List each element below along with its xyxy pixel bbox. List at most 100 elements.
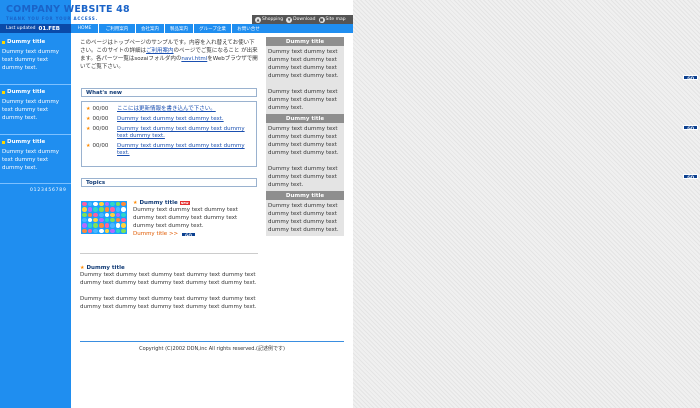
nav-contact[interactable]: お問い合せ xyxy=(232,24,265,33)
right-box-text: Dummy text dummy text dummy text dummy t… xyxy=(266,46,344,114)
download-label: Download xyxy=(293,17,316,22)
news-link[interactable]: ここには更新情報を書き込んで下さい。 xyxy=(117,106,252,113)
sidebar-box: Dummy title Dummy text dummy text dummy … xyxy=(0,89,71,122)
right-box-paragraph: Dummy text dummy text dummy text dummy t… xyxy=(268,89,338,111)
footer-copyright: Copyright (C)2002 DDN,inc All rights res… xyxy=(139,346,285,352)
topic-more: Dummy title >> GO xyxy=(133,231,196,238)
list-item: ★ 00/00 Dummy text dummy text dummy text. xyxy=(86,116,252,123)
pattern-dot xyxy=(98,212,104,217)
shopping-label: Shopping xyxy=(262,17,284,22)
go-button[interactable]: GO xyxy=(181,231,196,238)
pattern-dot xyxy=(115,207,121,212)
last-updated: Last updated 01.FEB xyxy=(0,24,71,33)
sidebar-divider xyxy=(0,134,71,135)
thumbnail-pattern xyxy=(82,202,126,233)
pattern-dot xyxy=(110,228,115,233)
pattern-dot xyxy=(104,212,110,217)
pattern-dot xyxy=(121,212,126,217)
right-column: Dummy title Dummy text dummy text dummy … xyxy=(266,37,344,236)
topic-text: Dummy text dummy text dummy text dummy t… xyxy=(133,207,238,229)
pattern-dot xyxy=(110,218,115,223)
pattern-dot xyxy=(98,202,104,207)
pattern-dot xyxy=(115,218,121,223)
counter-numbers: 0123456789 xyxy=(30,188,67,193)
topic-item: ★ Dummy title Dummy text dummy text dumm… xyxy=(80,265,258,311)
star-icon: ★ xyxy=(86,126,91,132)
last-updated-date: 01.FEB xyxy=(38,25,60,32)
right-box-paragraph: Dummy text dummy text dummy text dummy t… xyxy=(268,126,339,156)
sidebar-box-title: Dummy title xyxy=(0,39,71,45)
pattern-dot xyxy=(98,228,104,233)
topic-item: ★ Dummy title NEW Dummy text dummy text … xyxy=(133,200,257,238)
nav-home[interactable]: HOME xyxy=(71,24,99,33)
pattern-dot xyxy=(93,223,98,228)
go-button[interactable]: GO xyxy=(683,75,698,81)
pattern-dot xyxy=(98,207,104,212)
go-button[interactable]: GO xyxy=(683,125,698,131)
pattern-dot xyxy=(115,223,121,228)
right-box-paragraph: Dummy text dummy text dummy text dummy t… xyxy=(268,49,339,79)
sidebar-box: Dummy title Dummy text dummy text dummy … xyxy=(0,39,71,72)
sidebar-box-title-text: Dummy title xyxy=(7,139,46,145)
pattern-dot xyxy=(104,228,110,233)
pattern-dot xyxy=(115,228,121,233)
sidebar-box-title: Dummy title xyxy=(0,89,71,95)
pattern-dot xyxy=(82,202,87,207)
pattern-dot xyxy=(104,202,110,207)
pattern-dot xyxy=(87,228,93,233)
pattern-dot xyxy=(121,202,126,207)
topics-heading: Topics xyxy=(81,178,258,188)
pattern-dot xyxy=(87,207,93,212)
pattern-dot xyxy=(115,202,121,207)
star-icon: ★ xyxy=(86,116,91,122)
bullet-icon xyxy=(2,40,5,44)
last-updated-label: Last updated xyxy=(6,26,36,31)
sidebar-box-title-text: Dummy title xyxy=(7,89,46,95)
news-link[interactable]: Dummy text dummy text dummy text dummy t… xyxy=(117,143,252,157)
right-box-text: Dummy text dummy text dummy text dummy t… xyxy=(266,200,344,236)
nav-guide[interactable]: ご利用案内 xyxy=(99,24,136,33)
star-icon: ★ xyxy=(86,106,91,112)
navi-link[interactable]: navi.html xyxy=(181,56,207,62)
news-date: ★ 00/00 xyxy=(86,143,117,150)
sitemap-link[interactable]: ■ Site map xyxy=(318,16,346,23)
nav-products[interactable]: 製品案内 xyxy=(165,24,194,33)
news-date-text: 00/00 xyxy=(92,116,109,122)
bullet-icon xyxy=(2,140,5,144)
bullet-icon xyxy=(2,90,5,94)
download-link[interactable]: ▼ Download xyxy=(286,16,316,23)
right-box-paragraph: Dummy text dummy text dummy text dummy t… xyxy=(268,166,338,188)
list-item: ★ 00/00 Dummy text dummy text dummy text … xyxy=(86,126,252,140)
logo-title: COMPANY WEBSITE 48 xyxy=(6,4,130,15)
right-box-title: Dummy title xyxy=(266,37,344,46)
utility-bar: ▲ Shopping ▼ Download ■ Site map xyxy=(252,15,353,24)
shopping-link[interactable]: ▲ Shopping xyxy=(255,16,284,23)
star-icon: ★ xyxy=(86,143,91,149)
logo-subtitle: THANK YOU FOR YOUR ACCESS. xyxy=(6,16,98,21)
right-box-text: Dummy text dummy text dummy text dummy t… xyxy=(266,123,344,191)
pattern-dot xyxy=(104,223,110,228)
news-date: ★ 00/00 xyxy=(86,106,117,113)
whats-new-list: ★ 00/00 ここには更新情報を書き込んで下さい。 ★ 00/00 Dummy t… xyxy=(81,101,257,167)
go-button[interactable]: GO xyxy=(683,174,698,180)
right-box-paragraph: Dummy text dummy text dummy text dummy t… xyxy=(268,203,339,233)
topic-more-link[interactable]: Dummy title >> xyxy=(133,231,178,237)
pattern-dot xyxy=(87,223,93,228)
topic-thumbnail[interactable] xyxy=(81,201,127,234)
pattern-dot xyxy=(87,212,93,217)
intro-text: このページはトップページのサンプルです。内容を入れ替えてお使い下さい。このサイト… xyxy=(80,39,258,71)
pattern-dot xyxy=(82,228,87,233)
sidebar-box-text: Dummy text dummy text dummy text dummy t… xyxy=(2,49,59,71)
nav-group[interactable]: グループ企業 xyxy=(194,24,232,33)
nav-company[interactable]: 会社案内 xyxy=(136,24,165,33)
pattern-dot xyxy=(98,218,104,223)
pattern-dot xyxy=(93,207,98,212)
news-date-text: 00/00 xyxy=(92,106,109,112)
pattern-dot xyxy=(87,218,93,223)
pattern-dot xyxy=(104,207,110,212)
site-logo[interactable]: COMPANY WEBSITE 48 THANK YOU FOR YOUR AC… xyxy=(6,4,130,21)
news-link[interactable]: Dummy text dummy text dummy text dummy t… xyxy=(117,126,252,140)
guide-link[interactable]: ご利用案内 xyxy=(146,48,174,54)
news-link[interactable]: Dummy text dummy text dummy text. xyxy=(117,116,252,123)
pattern-dot xyxy=(98,223,104,228)
